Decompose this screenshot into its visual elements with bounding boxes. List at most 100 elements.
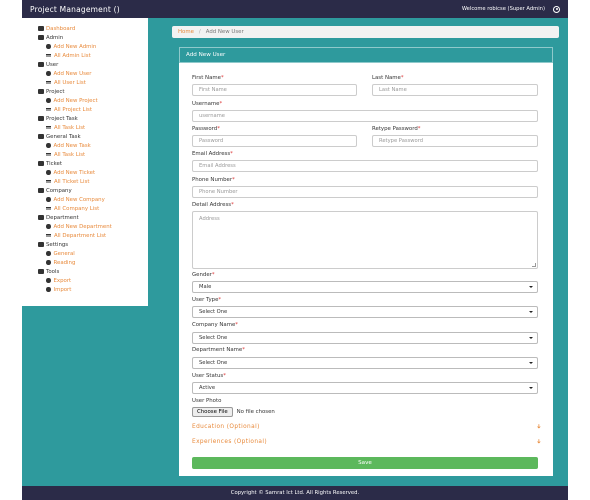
sidebar-subitem-add-new-admin[interactable]: Add New Admin	[38, 42, 148, 51]
sidebar-subitem-add-new-ticket[interactable]: Add New Ticket	[38, 168, 148, 177]
company-label: Company Name*	[192, 322, 238, 328]
sidebar-item-admin[interactable]: Admin	[38, 33, 148, 42]
sidebar-subitem-add-new-project[interactable]: Add New Project	[38, 96, 148, 105]
sidebar-item-label: Project	[46, 88, 65, 95]
sidebar-subitem-label: Reading	[53, 259, 76, 266]
sidebar-subitem-label: All Department List	[54, 232, 107, 239]
sidebar-item-general-task[interactable]: General Task	[38, 132, 148, 141]
username-label: Username*	[192, 101, 223, 107]
sidebar-subitem-label: All Task List	[54, 124, 86, 131]
plus-circle-icon	[46, 224, 51, 229]
sidebar-subitem-add-new-task[interactable]: Add New Task	[38, 141, 148, 150]
user-menu-icon[interactable]	[553, 5, 560, 13]
sidebar-subitem-add-new-user[interactable]: Add New User	[38, 69, 148, 78]
edit-icon	[46, 260, 51, 265]
username-input[interactable]: username	[192, 110, 538, 122]
first-name-label: First Name*	[192, 75, 224, 81]
resize-handle-icon[interactable]	[532, 263, 536, 267]
arrow-circle-icon	[46, 287, 51, 292]
email-label: Email Address*	[192, 151, 233, 157]
sidebar-item-company[interactable]: Company	[38, 186, 148, 195]
user-icon	[38, 35, 44, 40]
gender-label: Gender*	[192, 272, 215, 278]
department-value: Select One	[199, 360, 228, 366]
briefcase-icon	[38, 188, 44, 193]
list-icon	[46, 152, 51, 157]
list-icon	[46, 125, 51, 130]
sidebar-item-label: Ticket	[46, 160, 62, 167]
gender-select[interactable]: Male	[192, 281, 538, 293]
sidebar-subitem-all-project-list[interactable]: All Project List	[38, 105, 148, 114]
sidebar-subitem-import[interactable]: Import	[38, 285, 148, 294]
file-icon	[38, 89, 44, 94]
doc-icon	[38, 116, 44, 121]
app-title[interactable]: Project Management ()	[30, 5, 120, 14]
sidebar-subitem-all-ticket-list[interactable]: All Ticket List	[38, 177, 148, 186]
sidebar-subitem-export[interactable]: Export	[38, 276, 148, 285]
caret-down-icon	[529, 311, 533, 313]
list-icon	[46, 179, 51, 184]
user-type-value: Select One	[199, 309, 228, 315]
sidebar-subitem-reading[interactable]: Reading	[38, 258, 148, 267]
sidebar-subitem-all-department-list[interactable]: All Department List	[38, 231, 148, 240]
address-textarea[interactable]: Address	[192, 211, 538, 269]
sidebar-subitem-add-new-department[interactable]: Add New Department	[38, 222, 148, 231]
footer: Copyright © Samrat Ict Ltd. All Rights R…	[22, 486, 568, 500]
sidebar-item-tools[interactable]: Tools	[38, 267, 148, 276]
sidebar-subitem-label: Add New Company	[53, 196, 105, 203]
sidebar-item-label: General Task	[46, 133, 81, 140]
sidebar-item-project-task[interactable]: Project Task	[38, 114, 148, 123]
status-label: User Status*	[192, 373, 226, 379]
department-select[interactable]: Select One	[192, 357, 538, 369]
sidebar-item-user[interactable]: User	[38, 60, 148, 69]
sidebar-subitem-label: Add New Task	[53, 142, 91, 149]
first-name-input[interactable]: First Name	[192, 84, 357, 96]
sidebar-group: User Add New User All User List	[22, 60, 148, 87]
sidebar-item-label: Dashboard	[46, 25, 76, 32]
sidebar-group: Project Task All Task List	[22, 114, 148, 132]
users-icon	[38, 62, 44, 67]
experiences-accordion[interactable]: Experiences (Optional) ➜	[192, 436, 542, 447]
user-type-select[interactable]: Select One	[192, 306, 538, 318]
panel-title: Add New User	[179, 47, 553, 63]
sidebar-group: Tools Export Import	[22, 267, 148, 294]
sidebar-subitem-all-task-list[interactable]: All Task List	[38, 123, 148, 132]
sidebar-subitem-all-user-list[interactable]: All User List	[38, 78, 148, 87]
circle-icon	[46, 251, 51, 256]
plus-circle-icon	[46, 44, 51, 49]
sidebar-item-department[interactable]: Department	[38, 213, 148, 222]
sidebar-subitem-add-new-company[interactable]: Add New Company	[38, 195, 148, 204]
email-input[interactable]: Email Address	[192, 160, 538, 172]
choose-file-button[interactable]: Choose File	[192, 407, 233, 417]
sidebar-item-ticket[interactable]: Ticket	[38, 159, 148, 168]
sidebar-group: Settings General Reading	[22, 240, 148, 267]
sidebar-subitem-all-company-list[interactable]: All Company List	[38, 204, 148, 213]
sidebar-subitem-all-task-list[interactable]: All Task List	[38, 150, 148, 159]
last-name-input[interactable]: Last Name	[372, 84, 538, 96]
phone-input[interactable]: Phone Number	[192, 186, 538, 198]
photo-file-input: Choose File No file chosen	[192, 407, 275, 417]
list-icon	[46, 107, 51, 112]
status-select[interactable]: Active	[192, 382, 538, 394]
sidebar-item-settings[interactable]: Settings	[38, 240, 148, 249]
save-button[interactable]: Save	[192, 457, 538, 469]
sidebar-subitem-label: Import	[53, 286, 72, 293]
company-select[interactable]: Select One	[192, 332, 538, 344]
department-label: Department Name*	[192, 347, 245, 353]
password-input[interactable]: Password	[192, 135, 357, 147]
share-icon	[38, 134, 44, 139]
education-accordion[interactable]: Education (Optional) ➜	[192, 421, 542, 432]
breadcrumb-home-link[interactable]: Home	[178, 29, 194, 35]
breadcrumb-current: Add New User	[205, 29, 244, 35]
sidebar-item-dashboard[interactable]: Dashboard	[38, 24, 148, 33]
sidebar-subitem-label: Add New Department	[53, 223, 112, 230]
sidebar: Dashboard Admin Add New Admin All Admin Lis…	[22, 18, 148, 306]
sidebar-item-label: Admin	[46, 34, 64, 41]
sidebar-item-project[interactable]: Project	[38, 87, 148, 96]
sidebar-subitem-all-admin-list[interactable]: All Admin List	[38, 51, 148, 60]
retype-password-input[interactable]: Retype Password	[372, 135, 538, 147]
plus-circle-icon	[46, 197, 51, 202]
sidebar-subitem-general[interactable]: General	[38, 249, 148, 258]
education-label: Education (Optional)	[192, 423, 260, 430]
caret-down-icon	[529, 337, 533, 339]
